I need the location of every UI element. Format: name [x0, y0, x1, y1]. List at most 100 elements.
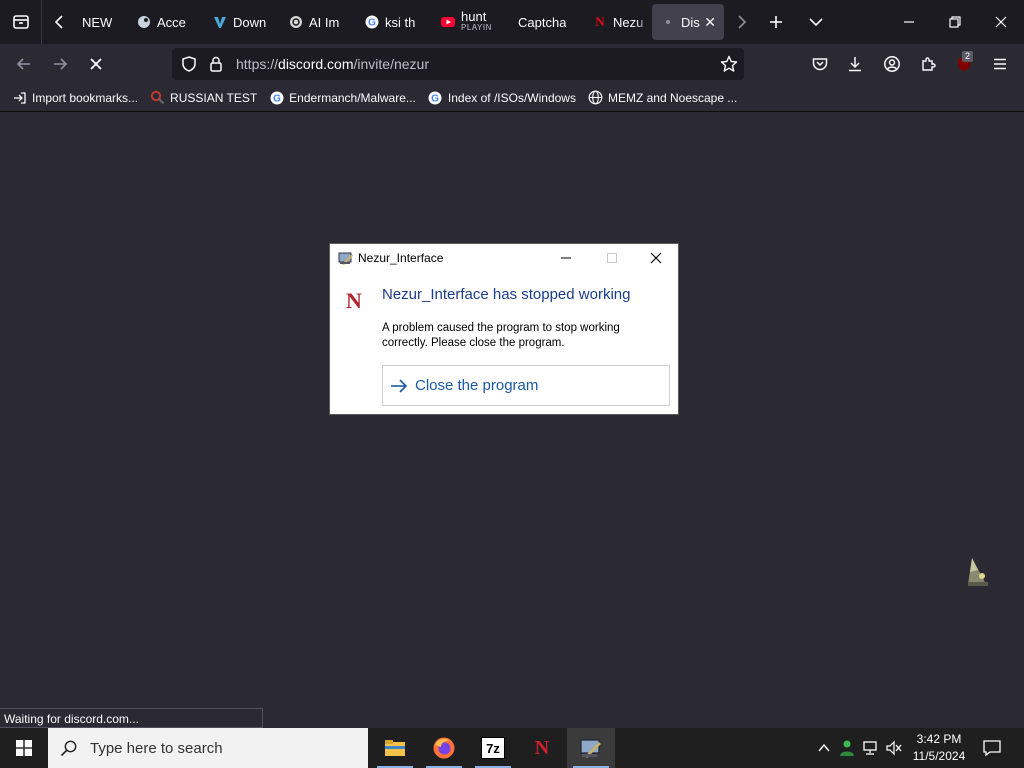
ublock-button[interactable]: 2	[947, 48, 981, 80]
bookmark-russian-test[interactable]: RUSSIAN TEST	[150, 90, 257, 105]
loading-icon	[660, 14, 676, 30]
tab-captcha[interactable]: Captcha	[508, 4, 584, 40]
youtube-icon	[440, 14, 456, 30]
file-explorer-icon	[385, 740, 405, 756]
close-window-button[interactable]	[978, 0, 1024, 44]
restore-window-button[interactable]	[932, 0, 978, 44]
address-bar[interactable]: https://discord.com/invite/nezur	[172, 48, 744, 80]
action-center-button[interactable]	[980, 738, 1004, 758]
bookmark-endermanch[interactable]: G Endermanch/Malware...	[269, 90, 416, 105]
bookmark-import[interactable]: Import bookmarks...	[12, 90, 138, 105]
network-button[interactable]	[861, 738, 881, 758]
windows-taskbar: Type here to search 7z N 3:42 PM 11/5/20…	[0, 728, 1024, 768]
restore-icon	[949, 16, 961, 28]
minimize-icon	[561, 257, 571, 259]
chevron-up-icon	[818, 743, 830, 752]
taskbar-file-explorer[interactable]	[371, 728, 419, 768]
tab-label: Captcha	[518, 14, 567, 30]
bookmark-label: Import bookmarks...	[32, 90, 139, 105]
pocket-icon	[812, 58, 828, 71]
dialog-close-button[interactable]	[633, 244, 679, 272]
url-text[interactable]: https://discord.com/invite/nezur	[236, 56, 429, 72]
list-all-tabs-button[interactable]	[794, 0, 838, 44]
taskbar-7zip[interactable]: 7z	[469, 728, 517, 768]
bookmark-label: Endermanch/Malware...	[289, 90, 416, 105]
magnifier-icon	[150, 90, 165, 105]
tab-label: ksi th	[385, 14, 416, 30]
bookmark-star-icon[interactable]	[720, 55, 738, 73]
forward-button[interactable]	[42, 48, 78, 80]
tab-steam[interactable]: Acce	[128, 4, 204, 40]
firefox-view-button[interactable]	[0, 0, 42, 44]
vs-icon	[212, 14, 228, 30]
tray-app-button[interactable]	[837, 738, 857, 758]
scroll-tabs-right-button[interactable]	[724, 0, 758, 44]
scroll-tabs-left-button[interactable]	[42, 0, 78, 44]
bookmark-label: MEMZ and Noescape ...	[607, 90, 738, 105]
tab-list: NEW Acce Down AI Im G ksi th hunt PLAYIN…	[78, 0, 724, 44]
tab-label: Acce	[157, 14, 186, 30]
tracking-protection-icon[interactable]	[180, 55, 198, 73]
arrow-right-icon	[54, 58, 68, 70]
bookmark-index-isos[interactable]: G Index of /ISOs/Windows	[428, 90, 576, 105]
tab-youtube[interactable]: hunt PLAYIN	[432, 4, 508, 40]
bookmark-label: RUSSIAN TEST	[170, 90, 258, 105]
status-panel: Waiting for discord.com...	[0, 708, 263, 728]
close-icon	[650, 252, 662, 264]
navigation-toolbar: https://discord.com/invite/nezur 2	[0, 44, 1024, 84]
tab-discord-active[interactable]: Dis ✕	[652, 4, 724, 40]
tab-strip: NEW Acce Down AI Im G ksi th hunt PLAYIN…	[0, 0, 1024, 44]
app-menu-button[interactable]	[983, 48, 1017, 80]
taskbar-clock[interactable]: 3:42 PM 11/5/2024	[906, 731, 972, 765]
tab-new[interactable]: NEW	[78, 4, 124, 40]
tab-nezur[interactable]: N Nezu	[584, 4, 650, 40]
clock-date: 11/5/2024	[912, 749, 966, 763]
new-tab-button[interactable]	[758, 0, 794, 44]
downloads-button[interactable]	[838, 48, 872, 80]
tab-ai-image[interactable]: AI Im	[280, 4, 356, 40]
extensions-button[interactable]	[911, 48, 945, 80]
hamburger-menu-icon	[994, 58, 1006, 70]
windows-logo-icon	[16, 740, 32, 756]
taskbar-firefox[interactable]	[420, 728, 468, 768]
bookmarks-toolbar: Import bookmarks... RUSSIAN TEST G Ender…	[0, 84, 1024, 112]
nezur-interface-icon	[580, 739, 601, 758]
tab-ksi[interactable]: G ksi th	[356, 4, 432, 40]
account-button[interactable]	[875, 48, 909, 80]
dialog-minimize-button[interactable]	[543, 244, 589, 272]
google-icon: G	[269, 90, 284, 105]
taskbar-nezur-interface[interactable]	[567, 728, 615, 768]
chevron-left-icon	[54, 15, 63, 29]
tab-label: NEW	[82, 14, 113, 30]
dialog-heading: Nezur_Interface has stopped working	[382, 286, 631, 303]
app-icon	[338, 250, 354, 266]
tab-playing-label: PLAYIN	[461, 23, 492, 32]
firefox-icon	[433, 737, 455, 759]
taskbar-nezur[interactable]: N	[518, 728, 566, 768]
tab-label: Down	[233, 14, 267, 30]
stop-loading-button[interactable]	[78, 48, 114, 80]
bookmark-memz[interactable]: MEMZ and Noescape ...	[588, 90, 737, 105]
taskbar-search-box[interactable]: Type here to search	[48, 728, 368, 768]
chevron-down-icon	[809, 18, 823, 27]
back-button[interactable]	[6, 48, 42, 80]
import-icon	[12, 90, 27, 105]
close-program-button[interactable]: Close the program	[382, 365, 670, 406]
volume-button[interactable]	[884, 738, 904, 758]
pocket-button[interactable]	[803, 48, 837, 80]
globe-icon	[588, 90, 603, 105]
netflix-icon: N	[595, 14, 605, 29]
show-hidden-icons-button[interactable]	[814, 738, 834, 758]
nezur-logo-icon: N	[346, 288, 362, 313]
lock-icon[interactable]	[208, 55, 224, 73]
minimize-window-button[interactable]	[886, 0, 932, 44]
firefox-view-icon	[12, 15, 29, 29]
bookmark-label: Index of /ISOs/Windows	[447, 90, 576, 105]
close-tab-icon[interactable]: ✕	[704, 14, 716, 31]
minimize-icon	[904, 21, 914, 23]
svg-text:G: G	[432, 93, 440, 104]
chevron-right-icon	[738, 15, 747, 29]
tab-download[interactable]: Down	[204, 4, 280, 40]
start-button[interactable]	[0, 728, 48, 768]
google-icon: G	[364, 14, 380, 30]
